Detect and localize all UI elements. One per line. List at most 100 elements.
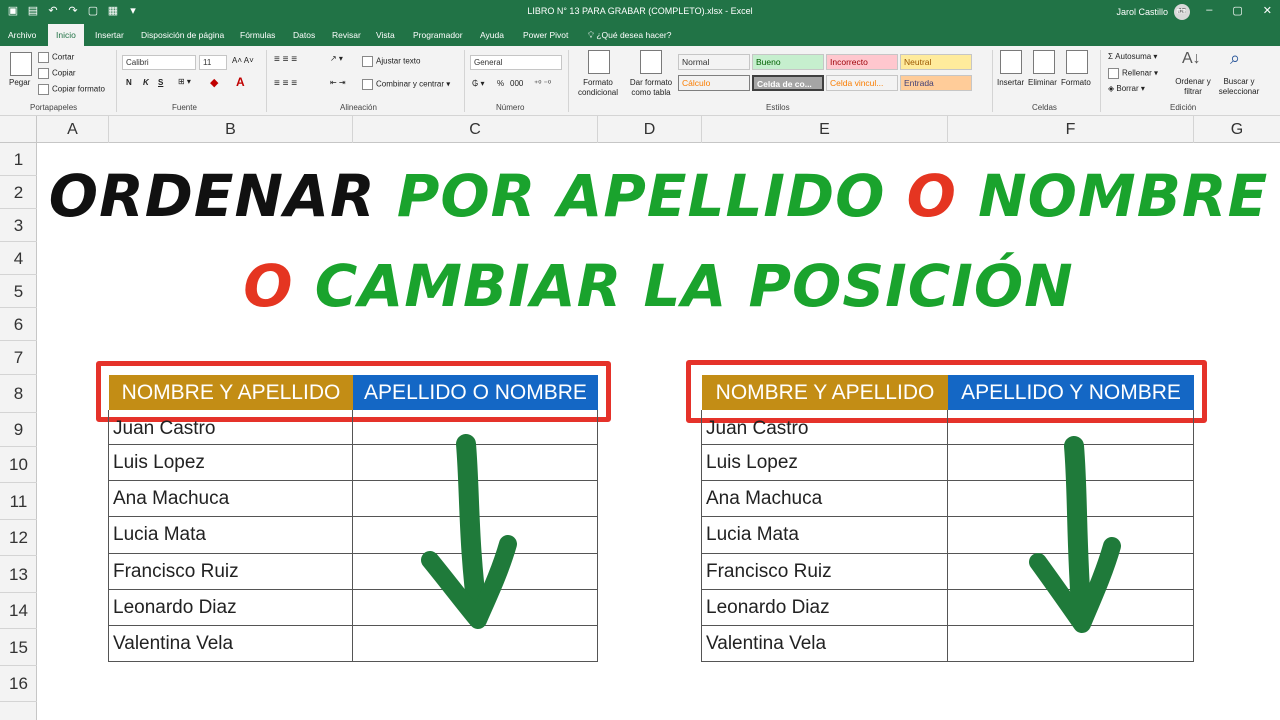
grow-font-icon[interactable]: A˄ A˅ bbox=[232, 56, 254, 65]
format-cells-button[interactable]: Formato bbox=[1061, 78, 1091, 87]
select-all-corner[interactable] bbox=[0, 116, 37, 143]
font-color-icon[interactable]: A bbox=[236, 75, 245, 89]
column-header-c[interactable]: C bbox=[353, 116, 598, 143]
right-name-cell[interactable]: Luis Lopez bbox=[701, 445, 948, 481]
right-name-cell[interactable]: Juan Castro bbox=[701, 410, 948, 445]
search-icon[interactable]: ⌕ bbox=[1230, 48, 1240, 69]
tab-vista[interactable]: Vista bbox=[376, 24, 395, 46]
row-header[interactable]: 12 bbox=[0, 520, 37, 556]
conditional-format-icon[interactable] bbox=[588, 50, 610, 74]
row-header[interactable]: 14 bbox=[0, 593, 37, 629]
cut-button[interactable]: Cortar bbox=[38, 52, 74, 63]
column-header-d[interactable]: D bbox=[598, 116, 702, 143]
orientation-icon[interactable]: ↗ ▾ bbox=[330, 54, 343, 63]
align-left-icons[interactable]: ≡ ≡ ≡ bbox=[274, 78, 297, 89]
thousands-button[interactable]: 000 bbox=[510, 79, 523, 88]
right-name-cell[interactable]: Lucia Mata bbox=[701, 517, 948, 554]
tab-inicio[interactable]: Inicio bbox=[48, 24, 84, 46]
currency-icon[interactable]: ₲ ▾ bbox=[472, 79, 484, 88]
right-name-cell[interactable]: Valentina Vela bbox=[701, 626, 948, 662]
left-name-cell[interactable]: Lucia Mata bbox=[108, 517, 353, 554]
style-celda-comprobacion[interactable]: Celda de co... bbox=[752, 75, 824, 91]
wrap-text-button[interactable]: Ajustar texto bbox=[362, 56, 420, 67]
delete-cells-button[interactable]: Eliminar bbox=[1028, 78, 1057, 87]
style-calculo[interactable]: Cálculo bbox=[678, 75, 750, 91]
align-top-icons[interactable]: ≡ ≡ ≡ bbox=[274, 54, 297, 65]
column-header-b[interactable]: B bbox=[109, 116, 353, 143]
conditional-format-button[interactable]: Formato condicional bbox=[574, 78, 622, 98]
tab-formulas[interactable]: Fórmulas bbox=[240, 24, 275, 46]
style-incorrecto[interactable]: Incorrecto bbox=[826, 54, 898, 70]
column-header-e[interactable]: E bbox=[702, 116, 948, 143]
font-name-select[interactable]: Calibri bbox=[122, 55, 196, 70]
row-header[interactable]: 3 bbox=[0, 209, 37, 242]
tell-me-search[interactable]: 💡︎ ¿Qué desea hacer? bbox=[588, 24, 671, 46]
tab-power-pivot[interactable]: Power Pivot bbox=[523, 24, 568, 46]
tab-revisar[interactable]: Revisar bbox=[332, 24, 361, 46]
paste-icon[interactable] bbox=[10, 52, 32, 76]
left-name-cell[interactable]: Ana Machuca bbox=[108, 481, 353, 517]
left-name-cell[interactable]: Juan Castro bbox=[108, 410, 353, 445]
style-bueno[interactable]: Bueno bbox=[752, 54, 824, 70]
tab-datos[interactable]: Datos bbox=[293, 24, 315, 46]
style-celda-vinculada[interactable]: Celda vincul... bbox=[826, 75, 898, 91]
number-format-select[interactable]: General bbox=[470, 55, 562, 70]
ribbon-display-icon[interactable]: ▭ bbox=[1176, 4, 1186, 17]
style-neutral[interactable]: Neutral bbox=[900, 54, 972, 70]
row-header[interactable]: 13 bbox=[0, 556, 37, 593]
column-header-a[interactable]: A bbox=[37, 116, 109, 143]
row-header[interactable]: 7 bbox=[0, 341, 37, 375]
copy-button[interactable]: Copiar bbox=[38, 68, 76, 79]
borders-icon[interactable]: ⊞ ▾ bbox=[178, 77, 191, 86]
column-header-f[interactable]: F bbox=[948, 116, 1194, 143]
right-name-cell[interactable]: Ana Machuca bbox=[701, 481, 948, 517]
row-header[interactable]: 6 bbox=[0, 308, 37, 341]
tab-disposicion[interactable]: Disposición de página bbox=[141, 24, 224, 46]
format-table-button[interactable]: Dar formato como tabla bbox=[626, 78, 676, 98]
decimal-icons[interactable]: ⁺⁰ ⁻⁰ bbox=[534, 79, 551, 88]
autosum-button[interactable]: Σ Autosuma ▾ bbox=[1108, 52, 1157, 61]
italic-button[interactable]: K bbox=[143, 78, 149, 87]
row-header[interactable]: 11 bbox=[0, 483, 37, 520]
merge-center-button[interactable]: Combinar y centrar ▾ bbox=[362, 79, 450, 90]
insert-cells-icon[interactable] bbox=[1000, 50, 1022, 74]
fill-color-icon[interactable]: ◆ bbox=[210, 76, 218, 89]
format-painter-button[interactable]: Copiar formato bbox=[38, 84, 105, 95]
left-name-cell[interactable]: Leonardo Diaz bbox=[108, 590, 353, 626]
percent-button[interactable]: % bbox=[497, 79, 504, 88]
close-icon[interactable]: ✕ bbox=[1263, 4, 1272, 17]
sort-filter-button[interactable]: Ordenar y filtrar bbox=[1172, 77, 1214, 97]
row-header[interactable]: 16 bbox=[0, 666, 37, 702]
row-header[interactable]: 9 bbox=[0, 413, 37, 447]
left-name-cell[interactable]: Luis Lopez bbox=[108, 445, 353, 481]
format-cells-icon[interactable] bbox=[1066, 50, 1088, 74]
tab-programador[interactable]: Programador bbox=[413, 24, 463, 46]
delete-cells-icon[interactable] bbox=[1033, 50, 1055, 74]
right-name-cell[interactable]: Francisco Ruiz bbox=[701, 554, 948, 590]
row-header[interactable]: 4 bbox=[0, 242, 37, 275]
clear-button[interactable]: ◈ Borrar ▾ bbox=[1108, 84, 1145, 93]
maximize-icon[interactable]: ▢ bbox=[1232, 4, 1242, 17]
left-name-cell[interactable]: Valentina Vela bbox=[108, 626, 353, 662]
style-entrada[interactable]: Entrada bbox=[900, 75, 972, 91]
tab-ayuda[interactable]: Ayuda bbox=[480, 24, 504, 46]
row-header[interactable]: 8 bbox=[0, 375, 37, 413]
right-name-cell[interactable]: Leonardo Diaz bbox=[701, 590, 948, 626]
row-header[interactable]: 5 bbox=[0, 275, 37, 308]
row-header[interactable]: 15 bbox=[0, 629, 37, 666]
tab-archivo[interactable]: Archivo bbox=[8, 24, 36, 46]
row-header[interactable]: 10 bbox=[0, 447, 37, 483]
left-name-cell[interactable]: Francisco Ruiz bbox=[108, 554, 353, 590]
column-header-g[interactable]: G bbox=[1194, 116, 1280, 143]
row-header[interactable]: 2 bbox=[0, 176, 37, 209]
sort-filter-icon[interactable]: A↓ bbox=[1182, 50, 1201, 68]
bold-button[interactable]: N bbox=[126, 78, 132, 87]
style-normal[interactable]: Normal bbox=[678, 54, 750, 70]
insert-cells-button[interactable]: Insertar bbox=[997, 78, 1024, 87]
indent-icons[interactable]: ⇤ ⇥ bbox=[330, 78, 346, 87]
format-table-icon[interactable] bbox=[640, 50, 662, 74]
fill-button[interactable]: Rellenar ▾ bbox=[1108, 68, 1158, 79]
minimize-icon[interactable]: – bbox=[1206, 4, 1212, 17]
row-header[interactable]: 1 bbox=[0, 143, 37, 176]
font-size-select[interactable]: 11 bbox=[199, 55, 227, 70]
